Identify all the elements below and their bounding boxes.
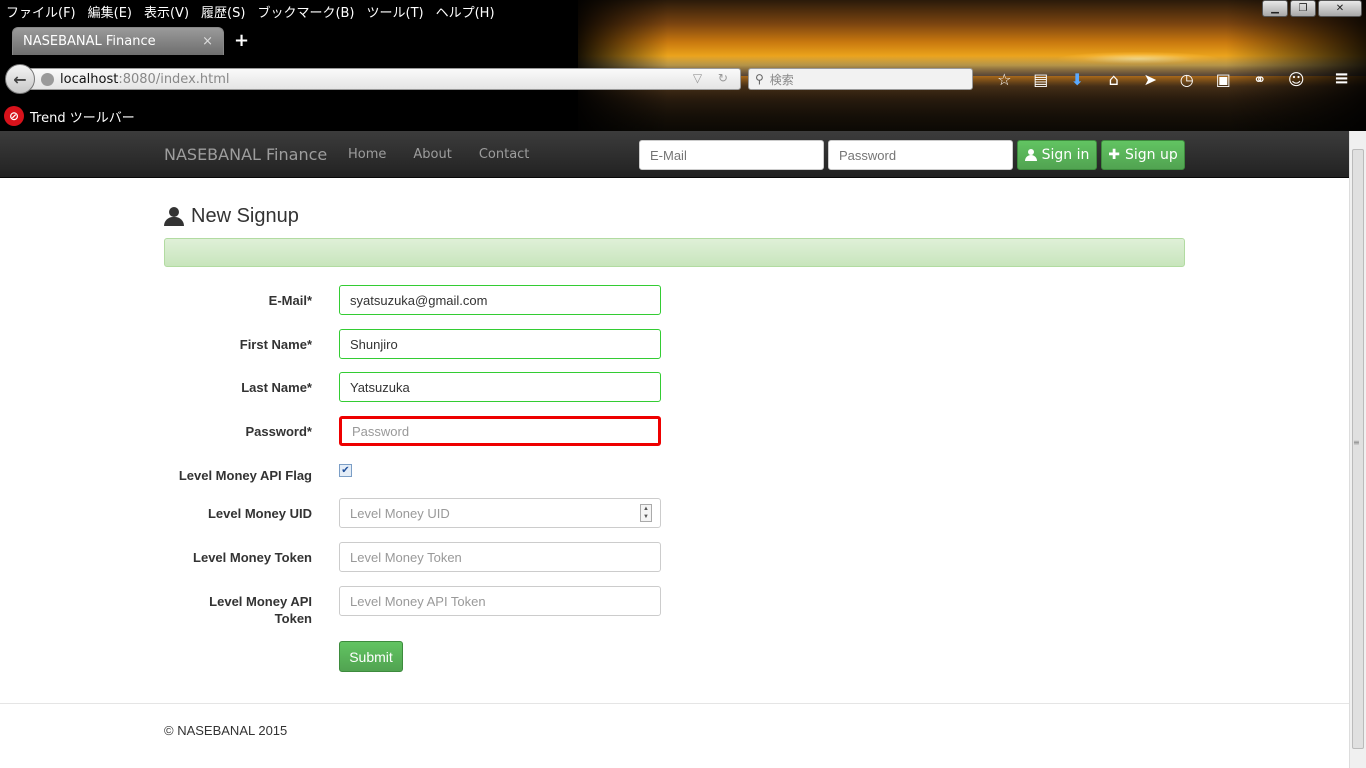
- token-label: Level Money Token: [193, 550, 312, 565]
- browser-chrome: ファイル(F) 編集(E) 表示(V) 履歴(S) ブックマーク(B) ツール(…: [0, 0, 1366, 131]
- page-scrollbar[interactable]: ≡: [1349, 131, 1366, 768]
- search-input[interactable]: ⚲ 検索: [748, 68, 973, 90]
- nav-links: Home About Contact: [348, 147, 556, 162]
- menu-edit[interactable]: 編集(E): [82, 0, 138, 21]
- email-value: syatsuzuka@gmail.com: [350, 292, 488, 308]
- trend-toolbar-label: Trend ツールバー: [30, 110, 135, 126]
- first-name-label: First Name*: [239, 337, 312, 352]
- browser-toolbar: localhost:8080/index.html ▽ ↻ ← ⚲ 検索 ☆ ▤…: [0, 56, 1366, 100]
- token-field[interactable]: Level Money Token: [339, 542, 661, 572]
- login-password-input[interactable]: [828, 140, 1013, 170]
- menu-file[interactable]: ファイル(F): [0, 0, 82, 21]
- page-title-text: New Signup: [191, 205, 299, 227]
- plus-icon: ✚: [1108, 147, 1120, 163]
- close-icon[interactable]: ✕: [1318, 0, 1362, 17]
- browser-tab[interactable]: NASEBANAL Finance ×: [12, 27, 224, 55]
- sql-icon[interactable]: ▣: [1205, 68, 1242, 90]
- api-token-label-line1: Level Money API: [209, 594, 312, 609]
- window-controls: ▁ ❐ ✕: [1262, 0, 1362, 17]
- restore-icon[interactable]: ❐: [1290, 0, 1316, 17]
- menu-history[interactable]: 履歴(S): [195, 0, 251, 21]
- reload-icon[interactable]: ▽ ↻: [693, 71, 734, 85]
- signin-button[interactable]: Sign in: [1017, 140, 1097, 170]
- toolbar-icons: ☆ ▤ ⬇ ⌂ ➤ ◷ ▣ ⚭ ☺: [986, 68, 1315, 90]
- api-token-placeholder: Level Money API Token: [350, 593, 486, 609]
- menu-bar: ファイル(F) 編集(E) 表示(V) 履歴(S) ブックマーク(B) ツール(…: [0, 0, 501, 21]
- success-alert: [164, 238, 1185, 267]
- url-host: localhost: [60, 71, 119, 87]
- password-label: Password*: [245, 424, 312, 439]
- home-icon[interactable]: ⌂: [1096, 68, 1133, 90]
- site-navbar: NASEBANAL Finance Home About Contact Sig…: [0, 131, 1366, 178]
- email-label: E-Mail*: [268, 293, 312, 308]
- user-icon: [1024, 149, 1037, 161]
- uid-label: Level Money UID: [207, 506, 312, 521]
- login-email-input[interactable]: [639, 140, 824, 170]
- spinner-icon[interactable]: ▲ ▼: [640, 504, 652, 522]
- grip-icon: ≡: [1353, 438, 1360, 447]
- first-name-value: Shunjiro: [350, 336, 398, 352]
- menu-icon[interactable]: ≡: [1334, 68, 1349, 89]
- trend-toolbar[interactable]: ⊘ Trend ツールバー: [0, 104, 135, 128]
- scrollbar-thumb[interactable]: [1352, 149, 1364, 749]
- first-name-field[interactable]: Shunjiro: [339, 329, 661, 359]
- token-placeholder: Level Money Token: [350, 549, 462, 565]
- clock-icon[interactable]: ◷: [1169, 68, 1206, 90]
- last-name-field[interactable]: Yatsuzuka: [339, 372, 661, 402]
- search-icon: ⚲: [755, 72, 764, 86]
- footer-copyright: © NASEBANAL 2015: [164, 723, 288, 738]
- menu-view[interactable]: 表示(V): [138, 0, 195, 21]
- new-tab-icon[interactable]: +: [234, 30, 249, 51]
- site-brand[interactable]: NASEBANAL Finance: [164, 145, 327, 164]
- url-bar[interactable]: localhost:8080/index.html ▽ ↻: [30, 68, 741, 90]
- url-path: :8080/index.html: [118, 71, 230, 87]
- email-field[interactable]: syatsuzuka@gmail.com: [339, 285, 661, 315]
- signup-label: Sign up: [1124, 147, 1178, 163]
- search-placeholder: 検索: [769, 72, 794, 87]
- password-field[interactable]: Password: [339, 416, 661, 446]
- nav-about[interactable]: About: [413, 147, 451, 162]
- menu-bookmarks[interactable]: ブックマーク(B): [251, 0, 360, 21]
- trend-logo-icon: ⊘: [4, 106, 24, 126]
- user-icon: [164, 207, 184, 226]
- nav-contact[interactable]: Contact: [479, 147, 530, 162]
- api-token-field[interactable]: Level Money API Token: [339, 586, 661, 616]
- menu-tools[interactable]: ツール(T): [361, 0, 430, 21]
- send-icon[interactable]: ➤: [1132, 68, 1169, 90]
- link-icon[interactable]: ⚭: [1242, 68, 1279, 90]
- reader-icon[interactable]: ▤: [1023, 68, 1060, 90]
- nav-home[interactable]: Home: [348, 147, 386, 162]
- password-placeholder: Password: [352, 423, 410, 439]
- api-token-label-line2: Token: [274, 611, 312, 626]
- tab-close-icon[interactable]: ×: [202, 34, 213, 49]
- submit-button[interactable]: Submit: [339, 641, 403, 672]
- uid-placeholder: Level Money UID: [350, 505, 450, 521]
- last-name-value: Yatsuzuka: [350, 379, 410, 395]
- globe-icon: [41, 72, 54, 86]
- api-flag-label: Level Money API Flag: [178, 468, 312, 483]
- star-icon[interactable]: ☆: [986, 68, 1023, 90]
- page-title: New Signup: [164, 205, 299, 228]
- download-icon[interactable]: ⬇: [1059, 68, 1096, 90]
- signup-button[interactable]: ✚ Sign up: [1101, 140, 1185, 170]
- menu-help[interactable]: ヘルプ(H): [430, 0, 501, 21]
- tab-title: NASEBANAL Finance: [23, 34, 156, 49]
- last-name-label: Last Name*: [241, 380, 312, 395]
- api-token-label: Level Money API Token: [209, 593, 312, 627]
- api-flag-checkbox[interactable]: ✔: [339, 464, 352, 477]
- signin-label: Sign in: [1041, 147, 1090, 163]
- footer-divider: [0, 703, 1349, 704]
- back-button[interactable]: ←: [5, 64, 35, 94]
- minimize-icon[interactable]: ▁: [1262, 0, 1288, 17]
- uid-field[interactable]: Level Money UID ▲ ▼: [339, 498, 661, 528]
- smiley-icon[interactable]: ☺: [1278, 68, 1315, 90]
